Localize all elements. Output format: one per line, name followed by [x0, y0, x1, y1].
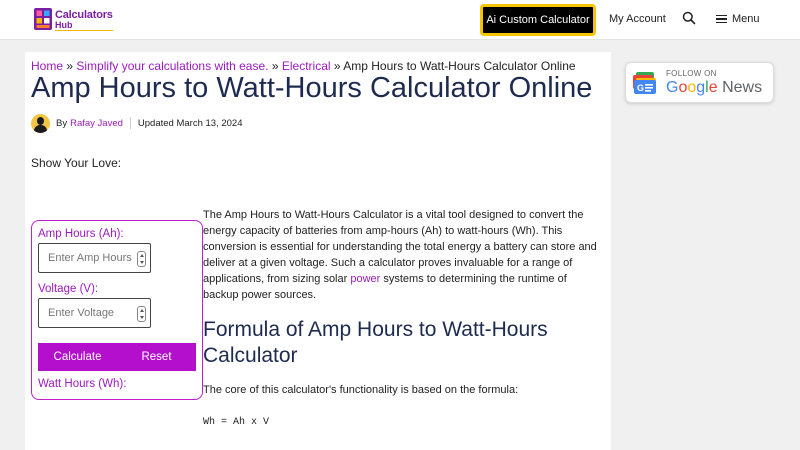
logo-text-hub: Hub — [55, 20, 73, 30]
ai-custom-calculator-button[interactable]: Ai Custom Calculator — [480, 4, 596, 36]
amp-hours-input[interactable] — [39, 244, 150, 272]
power-link[interactable]: power — [350, 273, 380, 285]
site-logo[interactable]: Calculators Hub — [33, 7, 115, 33]
main-content: Home » Simplify your calculations with e… — [25, 52, 611, 450]
watt-hours-result-label: Watt Hours (Wh): — [38, 378, 127, 390]
follow-on-label: FOLLOW ON — [666, 69, 717, 78]
search-icon[interactable] — [682, 11, 696, 25]
voltage-label: Voltage (V): — [38, 283, 99, 295]
breadcrumb-electrical[interactable]: Electrical — [282, 59, 331, 73]
formula-code: Wh = Ah x V — [203, 417, 270, 428]
calculator-actions: Calculate Reset — [38, 343, 196, 371]
breadcrumb-current: Amp Hours to Watt-Hours Calculator Onlin… — [343, 59, 576, 73]
page-title: Amp Hours to Watt-Hours Calculator Onlin… — [31, 72, 593, 104]
breadcrumb-separator: » — [66, 59, 74, 73]
breadcrumb-separator: » — [333, 59, 341, 73]
voltage-input[interactable] — [39, 299, 150, 327]
author-avatar[interactable] — [31, 113, 50, 133]
updated-date: Updated March 13, 2024 — [137, 117, 243, 129]
formula-intro: The core of this calculator's functional… — [203, 384, 519, 396]
share-label: Show Your Love: — [31, 156, 122, 170]
number-spinner-icon[interactable] — [137, 251, 146, 267]
voltage-field[interactable] — [38, 298, 151, 328]
amp-hours-calculator: Amp Hours (Ah): Voltage (V): Calculate R… — [31, 220, 203, 400]
by-label: By — [56, 117, 68, 129]
menu-label: Menu — [732, 13, 760, 25]
calculator-logo-icon — [34, 8, 52, 30]
site-header: Calculators Hub Ai Custom Calculator My … — [0, 0, 800, 40]
meta-divider — [129, 117, 131, 129]
amp-hours-field[interactable] — [38, 243, 151, 273]
formula-heading: Formula of Amp Hours to Watt-Hours Calcu… — [203, 318, 548, 367]
breadcrumb-simplify[interactable]: Simplify your calculations with ease. — [76, 59, 268, 73]
hamburger-icon — [716, 14, 727, 24]
amp-hours-label: Amp Hours (Ah): — [38, 228, 124, 240]
my-account-link[interactable]: My Account — [609, 13, 666, 25]
logo-underline — [55, 30, 113, 31]
breadcrumb: Home » Simplify your calculations with e… — [31, 59, 576, 73]
menu-toggle[interactable]: Menu — [716, 12, 760, 26]
number-spinner-icon[interactable] — [137, 306, 146, 322]
google-news-icon: G — [633, 72, 656, 94]
reset-button[interactable]: Reset — [117, 343, 196, 371]
svg-text:G: G — [637, 83, 644, 93]
follow-google-news-badge[interactable]: G FOLLOW ON Google News — [625, 62, 774, 103]
intro-paragraph: The Amp Hours to Watt-Hours Calculator i… — [203, 207, 605, 303]
breadcrumb-home[interactable]: Home — [31, 59, 63, 73]
breadcrumb-separator: » — [271, 59, 279, 73]
google-news-wordmark: Google News — [666, 79, 763, 96]
author-meta: By Rafay Javed Updated March 13, 2024 — [31, 113, 242, 133]
calculate-button[interactable]: Calculate — [38, 343, 117, 371]
author-link[interactable]: Rafay Javed — [70, 118, 123, 129]
